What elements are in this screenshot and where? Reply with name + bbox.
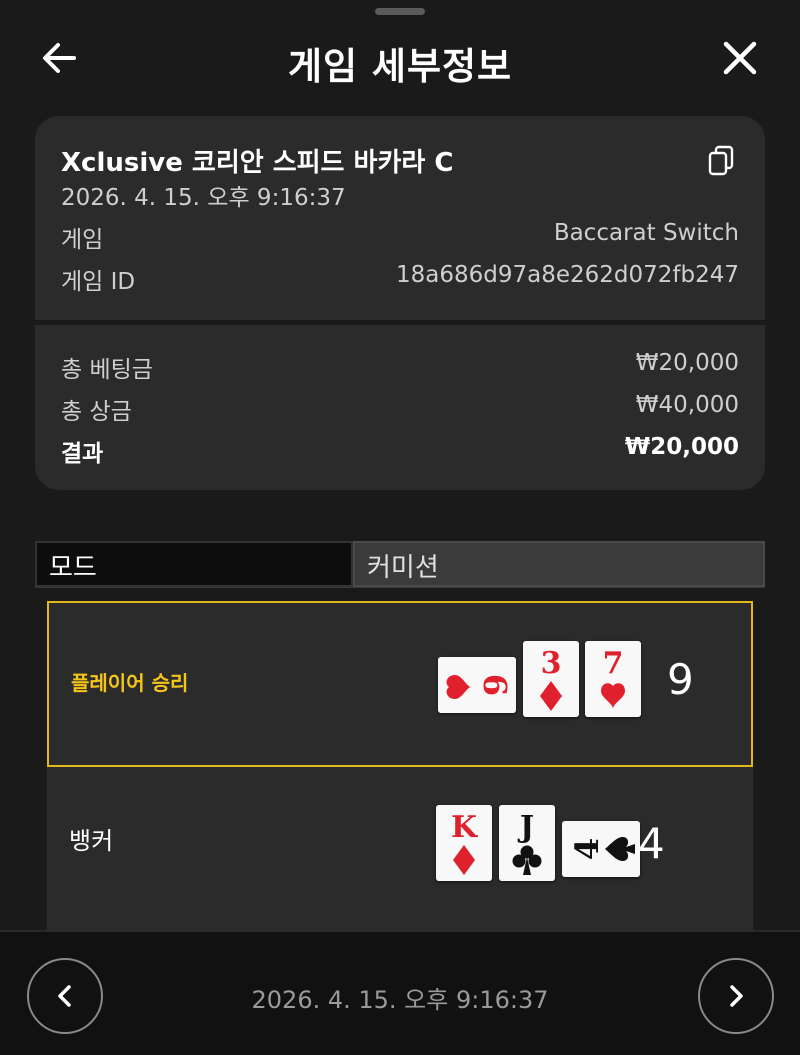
footer-nav: 2026. 4. 15. 오후 9:16:37 xyxy=(0,930,800,1055)
close-button[interactable] xyxy=(718,36,762,80)
tab-bar: 모드 커미션 xyxy=(35,541,765,588)
game-id-value: 18a686d97a8e262d072fb247 xyxy=(395,262,739,288)
game-label: 게임 xyxy=(61,227,104,253)
total-win-row: 총 상금 ₩40,000 xyxy=(61,392,739,426)
game-id-label: 게임 ID xyxy=(61,269,136,295)
game-value: Baccarat Switch xyxy=(553,220,739,246)
game-row: 게임 Baccarat Switch xyxy=(61,220,739,254)
svg-text:3: 3 xyxy=(541,646,562,681)
close-icon xyxy=(723,41,757,75)
total-bet-label: 총 베팅금 xyxy=(61,357,153,383)
banker-label: 뱅커 xyxy=(69,827,114,855)
game-id-row: 게임 ID 18a686d97a8e262d072fb247 xyxy=(61,262,739,296)
svg-text:J: J xyxy=(517,810,534,845)
player-hand: 플레이어 승리 9 3 7 9 xyxy=(47,601,753,767)
tab-commission[interactable]: 커미션 xyxy=(353,541,765,587)
svg-text:K: K xyxy=(451,810,478,845)
playing-card: 9 xyxy=(438,657,516,713)
chevron-right-icon xyxy=(730,985,743,1007)
header: 게임 세부정보 xyxy=(0,20,800,96)
copy-button[interactable] xyxy=(707,144,737,178)
result-row: 결과 ₩20,000 xyxy=(61,434,739,468)
total-bet-row: 총 베팅금 ₩20,000 xyxy=(61,350,739,384)
result-value: ₩20,000 xyxy=(624,434,739,460)
game-name: Xclusive 코리안 스피드 바카라 C xyxy=(61,148,454,178)
tab-mode[interactable]: 모드 xyxy=(35,541,353,587)
divider xyxy=(35,320,765,325)
playing-card: K xyxy=(436,805,492,881)
total-bet-value: ₩20,000 xyxy=(635,350,739,376)
total-win-label: 총 상금 xyxy=(61,399,132,425)
copy-icon xyxy=(708,145,734,176)
total-win-value: ₩40,000 xyxy=(635,392,739,418)
player-score: 9 xyxy=(667,655,694,704)
game-datetime: 2026. 4. 15. 오후 9:16:37 xyxy=(61,185,346,211)
playing-card: 7 xyxy=(585,641,641,717)
next-button[interactable] xyxy=(698,958,774,1034)
svg-text:4: 4 xyxy=(568,838,606,860)
svg-text:7: 7 xyxy=(603,646,624,681)
footer-datetime: 2026. 4. 15. 오후 9:16:37 xyxy=(251,986,549,1014)
playing-card: J xyxy=(499,805,555,881)
svg-text:9: 9 xyxy=(477,674,515,696)
banker-score: 4 xyxy=(638,819,665,868)
banker-hand: 뱅커 K J 4 4 xyxy=(47,767,753,932)
playing-card: 4 xyxy=(562,821,640,877)
game-summary-card: Xclusive 코리안 스피드 바카라 C 2026. 4. 15. 오후 9… xyxy=(35,116,765,490)
page-title: 게임 세부정보 xyxy=(287,45,513,88)
drag-handle[interactable] xyxy=(375,8,425,15)
player-result-label: 플레이어 승리 xyxy=(71,671,189,695)
result-label: 결과 xyxy=(61,441,104,467)
playing-card: 3 xyxy=(523,641,579,717)
